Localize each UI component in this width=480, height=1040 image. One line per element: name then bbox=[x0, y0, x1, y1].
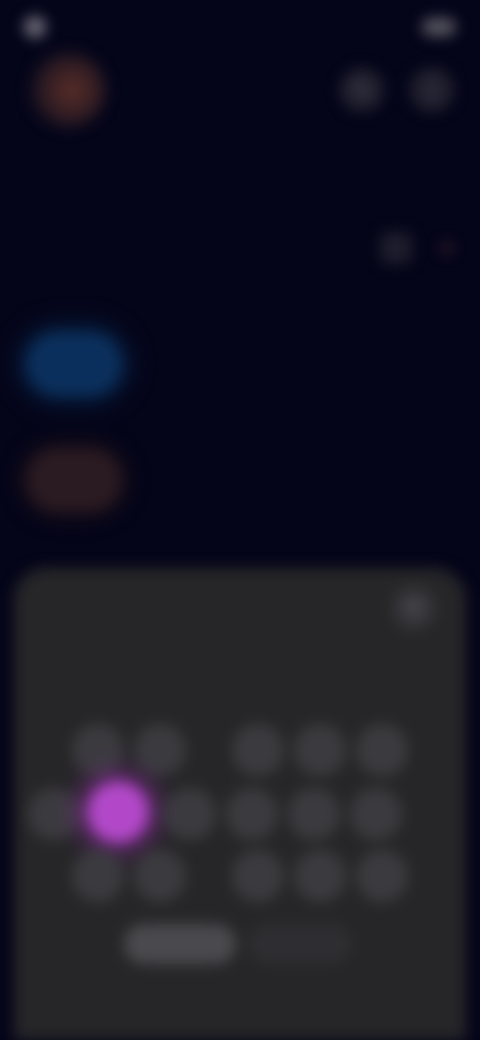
key[interactable] bbox=[28, 788, 80, 840]
close-icon: ✕ bbox=[404, 595, 424, 620]
search-button[interactable] bbox=[340, 68, 384, 112]
key[interactable] bbox=[294, 724, 346, 776]
more-icon bbox=[430, 82, 434, 98]
search-icon bbox=[353, 81, 371, 99]
section-row bbox=[24, 232, 452, 264]
key-selected[interactable] bbox=[88, 782, 148, 842]
sheet-footer bbox=[124, 924, 352, 964]
key[interactable] bbox=[232, 724, 284, 776]
key[interactable] bbox=[134, 850, 186, 902]
status-dot-icon bbox=[442, 243, 452, 253]
key[interactable] bbox=[72, 724, 124, 776]
key[interactable] bbox=[350, 788, 402, 840]
close-button[interactable]: ✕ bbox=[392, 586, 436, 630]
signal-icon bbox=[422, 18, 456, 36]
key[interactable] bbox=[164, 788, 216, 840]
key[interactable] bbox=[72, 850, 124, 902]
header-actions bbox=[340, 68, 454, 112]
status-right bbox=[414, 18, 456, 36]
key[interactable] bbox=[294, 850, 346, 902]
edit-icon[interactable] bbox=[380, 232, 412, 264]
status-bar bbox=[24, 10, 456, 44]
secondary-action-button[interactable] bbox=[248, 924, 352, 964]
keypad-sheet: ✕ bbox=[14, 568, 466, 1040]
brown-option-chip[interactable] bbox=[26, 448, 122, 512]
key[interactable] bbox=[232, 850, 284, 902]
app-root: ✕ bbox=[0, 0, 480, 1040]
key[interactable] bbox=[134, 724, 186, 776]
section-actions bbox=[380, 232, 452, 264]
key[interactable] bbox=[356, 850, 408, 902]
key[interactable] bbox=[356, 724, 408, 776]
status-left bbox=[24, 16, 56, 38]
primary-action-button[interactable] bbox=[124, 924, 236, 964]
notification-dot-icon bbox=[24, 16, 46, 38]
avatar[interactable] bbox=[30, 52, 106, 128]
header bbox=[30, 50, 454, 130]
key[interactable] bbox=[288, 788, 340, 840]
blue-option-chip[interactable] bbox=[26, 332, 122, 396]
key[interactable] bbox=[226, 788, 278, 840]
more-button[interactable] bbox=[410, 68, 454, 112]
